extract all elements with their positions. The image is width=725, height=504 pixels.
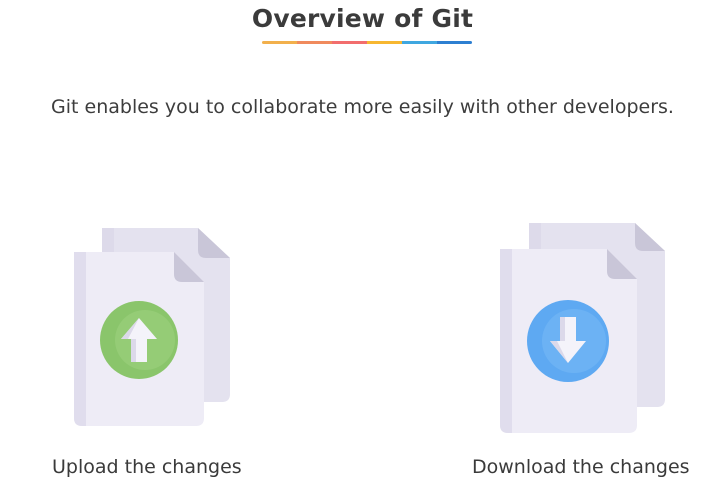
upload-document-icon [70, 222, 235, 432]
intro-text: Git enables you to collaborate more easi… [51, 96, 674, 118]
underline-segment [262, 41, 297, 44]
download-document-icon [497, 217, 669, 437]
underline-segment [332, 41, 367, 44]
underline-segment [402, 41, 437, 44]
underline-segment [297, 41, 332, 44]
upload-document-graphic [74, 228, 230, 426]
download-caption: Download the changes [472, 456, 690, 478]
title-underline [262, 41, 472, 44]
underline-segment [367, 41, 402, 44]
page-title: Overview of Git [251, 4, 474, 33]
upload-caption: Upload the changes [52, 456, 242, 478]
download-document-graphic [500, 223, 665, 433]
underline-segment [437, 41, 472, 44]
